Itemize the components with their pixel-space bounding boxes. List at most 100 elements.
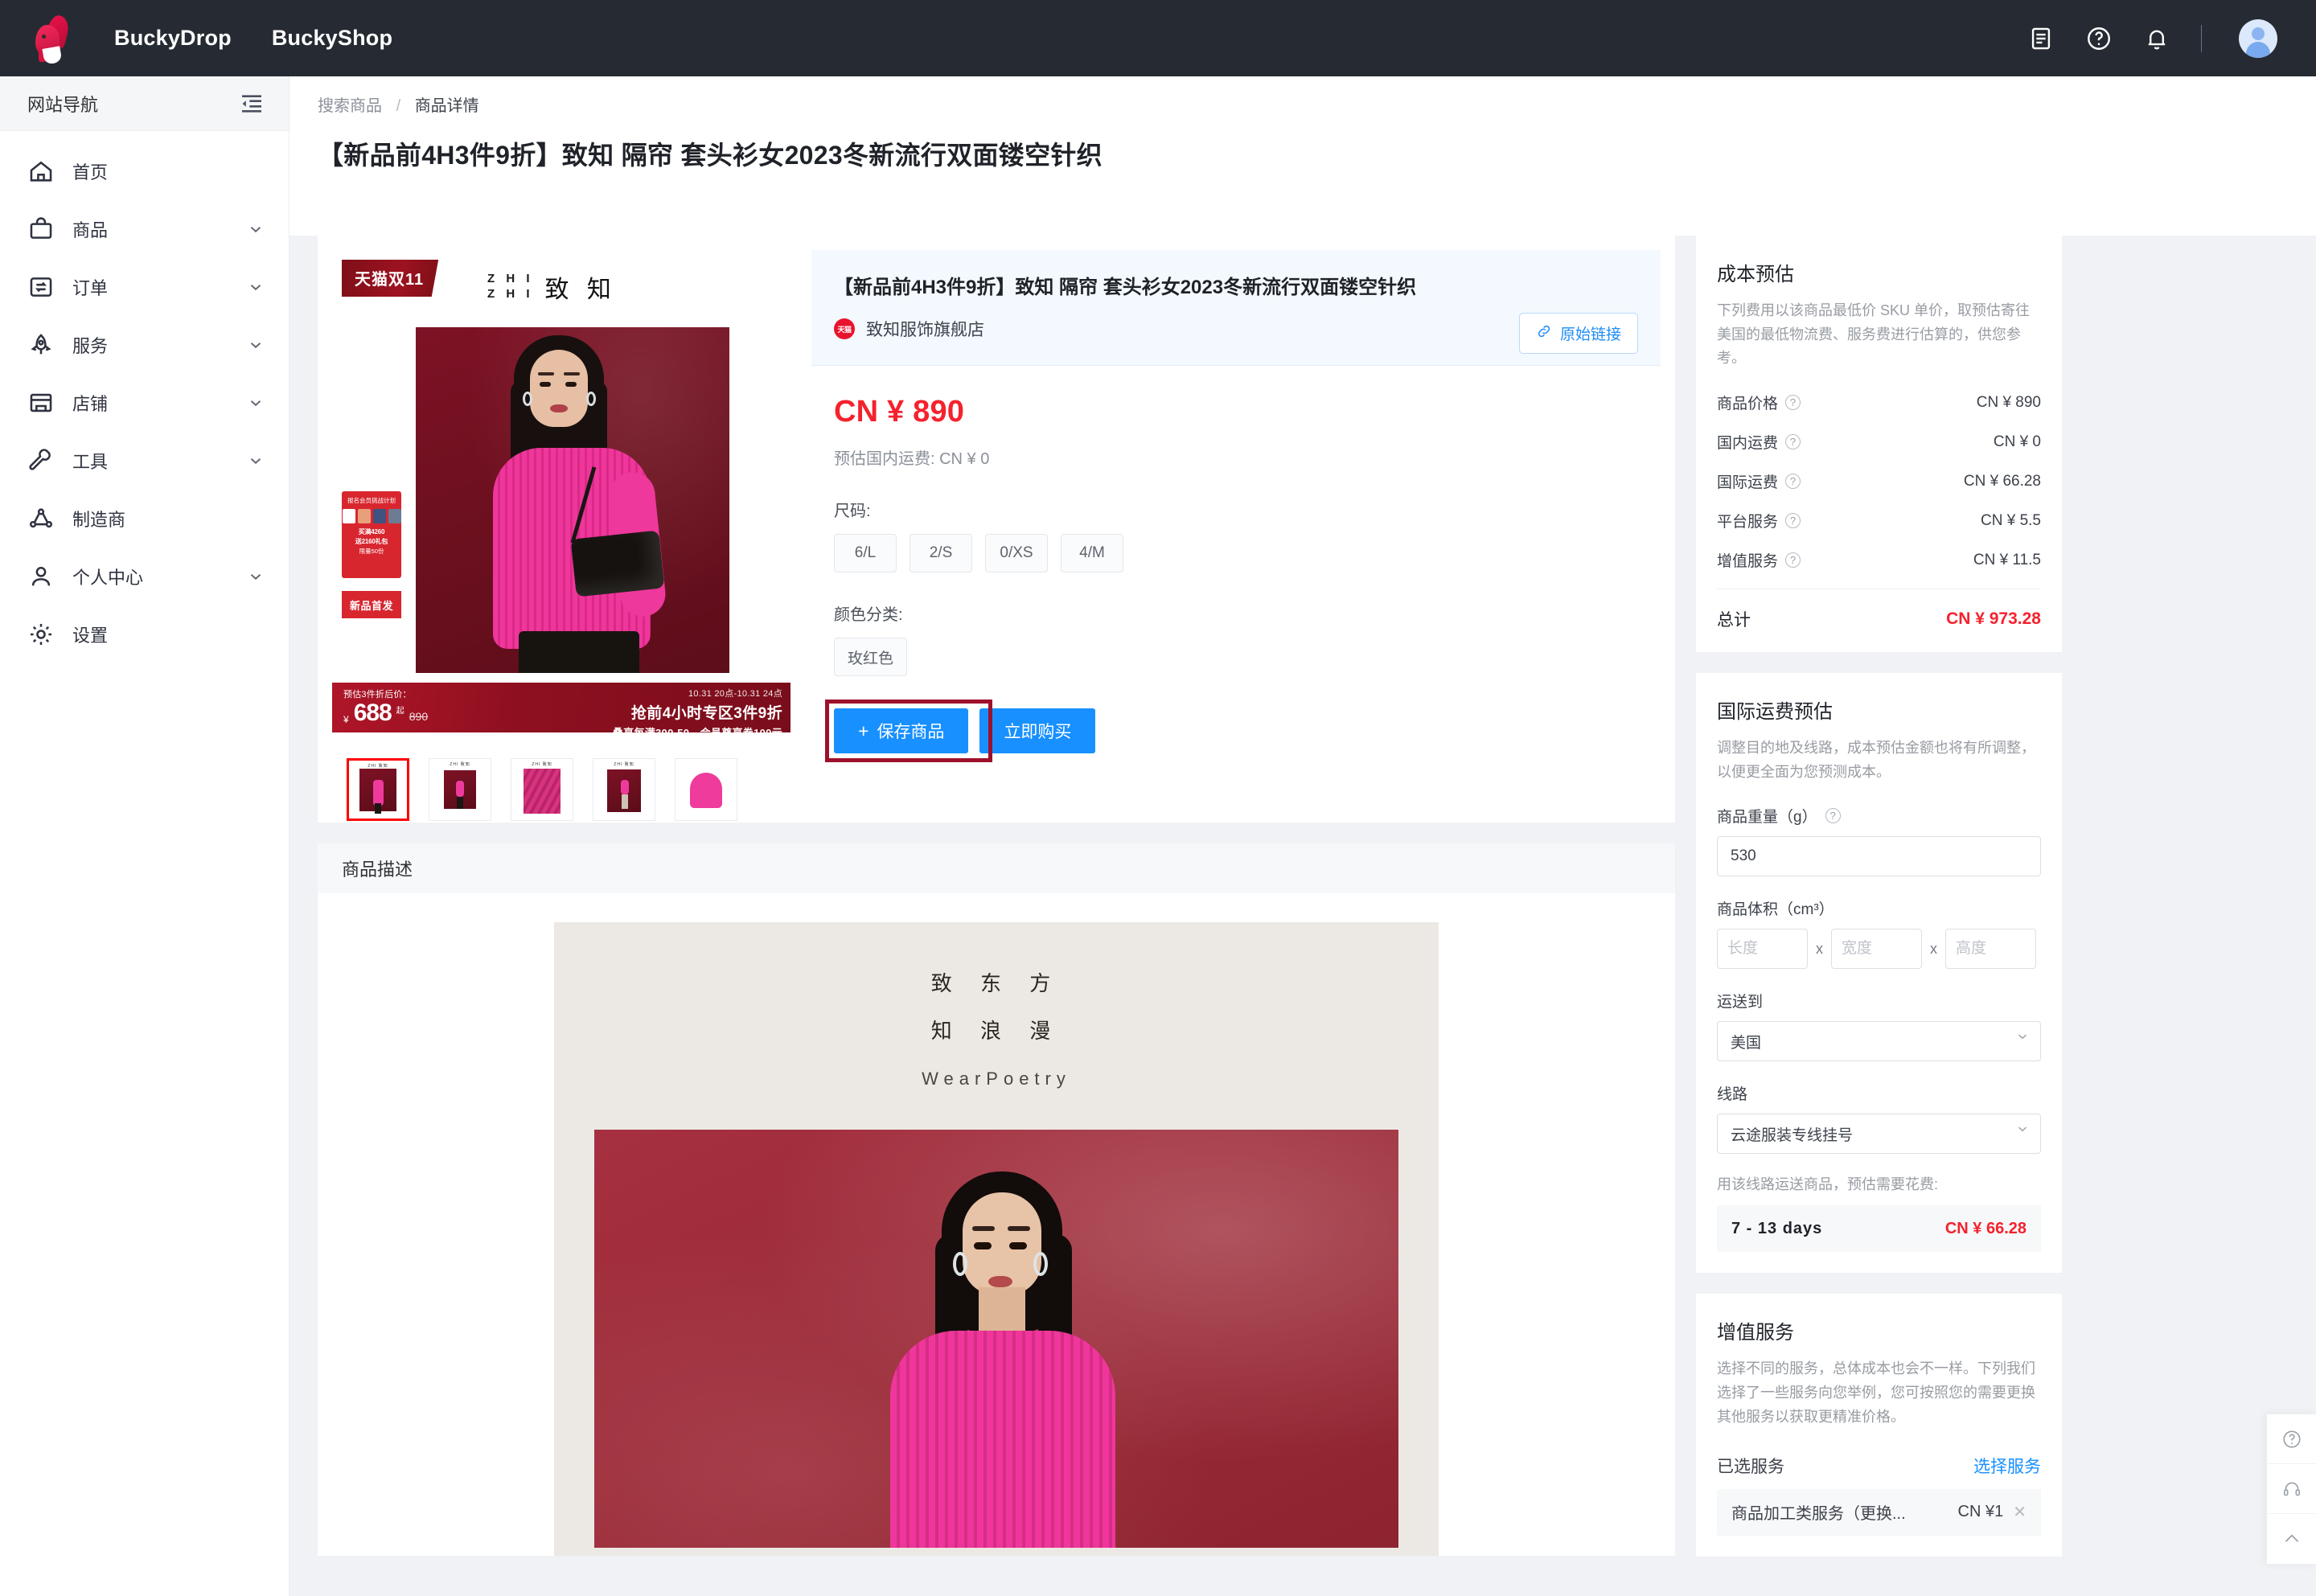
- left-column: 天猫双11 Z H I Z H I 致 知 报名会员挑战计划 买满4260 送2…: [318, 236, 1675, 1556]
- help-circle-icon[interactable]: [2267, 1414, 2316, 1464]
- cost-value: CN ¥ 66.28: [1963, 472, 2041, 490]
- sidebar-item-label: 商品: [72, 220, 109, 240]
- help-circle-icon[interactable]: [2085, 25, 2113, 52]
- weight-label-row: 商品重量（g） ?: [1717, 805, 2041, 827]
- chevron-down-icon[interactable]: [247, 278, 265, 296]
- order-sync-icon: [27, 273, 55, 301]
- cost-value: CN ¥ 0: [1993, 433, 2041, 450]
- sidebar-item-label: 订单: [72, 278, 109, 298]
- estimate-note: 用该线路运送商品，预估需要花费:: [1717, 1176, 1938, 1193]
- vas-item: 商品加工类服务（更换... CN ¥1 ✕: [1717, 1488, 2041, 1536]
- thumbnail-item[interactable]: ZHI 致知: [511, 758, 573, 821]
- close-icon[interactable]: ✕: [2013, 1502, 2026, 1522]
- sidebar-item-manufacturers[interactable]: 制造商: [0, 490, 289, 548]
- scroll-to-top-icon[interactable]: [2267, 1514, 2316, 1564]
- weight-input[interactable]: [1717, 836, 2041, 877]
- nav-link-buckydrop[interactable]: BuckyDrop: [114, 26, 232, 51]
- height-input[interactable]: [1945, 929, 2036, 970]
- sidebar-item-home[interactable]: 首页: [0, 142, 289, 200]
- description-model-photo: [594, 1130, 1398, 1548]
- description-image: 致 东 方 知 浪 漫 WearPoetry: [554, 922, 1439, 1556]
- sidebar-item-tools[interactable]: 工具: [0, 432, 289, 490]
- chevron-down-icon[interactable]: [247, 336, 265, 354]
- shop-row[interactable]: 天猫 致知服饰旗舰店: [834, 317, 1638, 341]
- sidebar-item-products[interactable]: 商品: [0, 200, 289, 258]
- help-circle-icon[interactable]: ?: [1785, 513, 1801, 529]
- chevron-down-icon[interactable]: [247, 220, 265, 238]
- cost-label: 增值服务: [1717, 553, 1779, 571]
- breadcrumb-current: 商品详情: [414, 97, 479, 115]
- ship-to-select[interactable]: [1717, 1021, 2041, 1062]
- help-circle-icon[interactable]: ?: [1785, 395, 1801, 411]
- chevron-down-icon[interactable]: [247, 568, 265, 585]
- description-body: 致 东 方 知 浪 漫 WearPoetry: [318, 893, 1675, 1556]
- sidebar-item-orders[interactable]: 订单: [0, 258, 289, 316]
- promo-line1: 买满4260: [358, 528, 385, 536]
- chevron-down-icon[interactable]: [247, 394, 265, 412]
- breadcrumb-separator: /: [396, 97, 401, 115]
- nav-link-buckyshop[interactable]: BuckyShop: [272, 26, 392, 51]
- color-option[interactable]: 玫红色: [834, 638, 908, 676]
- sidebar-item-label: 设置: [72, 626, 109, 646]
- product-detail-body: CN ¥ 890 预估国内运费: CN ¥ 0 尺码: 6/L 2/S 0/XS…: [811, 366, 1661, 762]
- sidebar-item-account[interactable]: 个人中心: [0, 548, 289, 605]
- rocket-icon: [27, 331, 55, 359]
- thumbnail-item[interactable]: [675, 758, 737, 821]
- sidebar-item-label: 店铺: [72, 394, 109, 414]
- help-circle-icon[interactable]: ?: [1785, 434, 1801, 450]
- help-circle-icon[interactable]: ?: [1785, 552, 1801, 568]
- volume-inputs: x x: [1717, 929, 2041, 970]
- description-header: 商品描述: [318, 843, 1675, 893]
- sidebar-item-stores[interactable]: 店铺: [0, 374, 289, 432]
- save-button[interactable]: + 保存商品: [834, 708, 969, 753]
- help-circle-icon[interactable]: ?: [1825, 808, 1841, 824]
- vas-selected-label: 已选服务: [1717, 1457, 1784, 1476]
- weight-label: 商品重量（g）: [1717, 809, 1817, 827]
- original-link-button[interactable]: 原始链接: [1518, 313, 1638, 354]
- chevron-down-icon[interactable]: [247, 452, 265, 470]
- breadcrumb-parent[interactable]: 搜索商品: [318, 97, 382, 115]
- cost-value: CN ¥ 890: [1976, 393, 2041, 411]
- user-icon: [27, 563, 55, 590]
- page-header: 搜索商品 / 商品详情 【新品前4H3件9折】致知 隔帘 套头衫女2023冬新流…: [290, 76, 2316, 236]
- choose-service-link[interactable]: 选择服务: [1973, 1454, 2041, 1478]
- promo-qi: 起: [396, 706, 404, 716]
- brand-logo: Z H I Z H I 致 知: [487, 269, 617, 305]
- main-product-image[interactable]: 天猫双11 Z H I Z H I 致 知 报名会员挑战计划 买满4260 送2…: [332, 250, 790, 732]
- help-circle-icon[interactable]: ?: [1785, 474, 1801, 490]
- estimate-box: 7 - 13 days CN ¥ 66.28: [1717, 1205, 2041, 1253]
- route-select[interactable]: [1717, 1114, 2041, 1155]
- sidebar-item-label: 个人中心: [72, 568, 144, 588]
- sidebar-header: 网站导航: [0, 76, 289, 131]
- page-title: 【新品前4H3件9折】致知 隔帘 套头衫女2023冬新流行双面镂空针织: [318, 141, 1103, 170]
- description-card: 商品描述 致 东 方 知 浪 漫 WearPoetry: [318, 843, 1675, 1556]
- size-option[interactable]: 6/L: [834, 534, 897, 572]
- thumbnail-item[interactable]: ZHI 致知: [429, 758, 491, 821]
- promo-subline: 叠享每满300-50、会员尊享券100元: [613, 724, 782, 732]
- collapse-sidebar-icon[interactable]: [239, 91, 265, 117]
- document-icon[interactable]: [2027, 25, 2055, 52]
- main-content: 搜索商品 / 商品详情 【新品前4H3件9折】致知 隔帘 套头衫女2023冬新流…: [290, 76, 2316, 1596]
- size-option[interactable]: 0/XS: [985, 534, 1048, 572]
- buckydrop-dino-logo[interactable]: [34, 13, 77, 65]
- sidebar-item-services[interactable]: 服务: [0, 316, 289, 374]
- bell-icon[interactable]: [2143, 25, 2170, 52]
- description-line-3: WearPoetry: [922, 1069, 1071, 1089]
- promo-title: 报名会员挑战计划: [347, 497, 396, 504]
- thumbnail-item[interactable]: ZHI 致知: [593, 758, 655, 821]
- cost-row: 平台服务? CN ¥ 5.5: [1717, 510, 2041, 531]
- cost-label: 商品价格: [1717, 396, 1779, 413]
- brand-latin-1: Z H I: [487, 272, 534, 286]
- sidebar-item-settings[interactable]: 设置: [0, 605, 289, 663]
- size-option[interactable]: 4/M: [1061, 534, 1123, 572]
- avatar[interactable]: [2239, 18, 2277, 58]
- size-option[interactable]: 2/S: [910, 534, 972, 572]
- cost-panel-title: 成本预估: [1717, 264, 1794, 285]
- promo-pre-label: 预估3件折后价：: [343, 690, 412, 700]
- shipping-panel-desc: 调整目的地及线路，成本预估金额也将有所调整，以便更全面为您预测成本。: [1717, 740, 2035, 780]
- width-input[interactable]: [1831, 929, 1922, 970]
- thumbnail-item[interactable]: ZHI 致知: [347, 758, 409, 821]
- headset-icon[interactable]: [2267, 1464, 2316, 1514]
- buy-now-button[interactable]: 立即购买: [979, 708, 1096, 753]
- length-input[interactable]: [1717, 929, 1808, 970]
